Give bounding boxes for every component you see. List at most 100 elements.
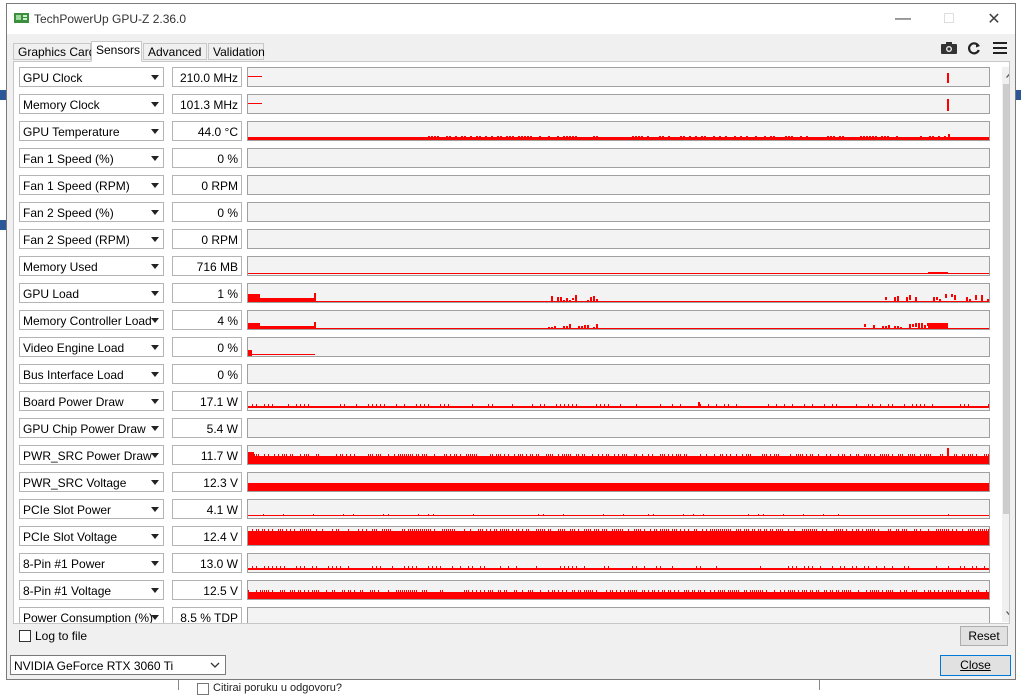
sensor-select[interactable]: Fan 1 Speed (%) bbox=[19, 148, 164, 168]
sensor-row: Power Consumption (%) 8.5 % TDP bbox=[19, 607, 994, 624]
sensor-select[interactable]: Fan 1 Speed (RPM) bbox=[19, 175, 164, 195]
gpu-select[interactable]: NVIDIA GeForce RTX 3060 Ti bbox=[10, 655, 226, 675]
sensor-row: Memory Controller Load 4 % bbox=[19, 310, 994, 330]
sensor-select[interactable]: Fan 2 Speed (RPM) bbox=[19, 229, 164, 249]
close-button[interactable]: Close bbox=[940, 655, 1011, 676]
sensor-select[interactable]: Power Consumption (%) bbox=[19, 607, 164, 623]
background-page: Citirai poruku u odgovoru? bbox=[0, 680, 1021, 695]
sensor-row: Fan 1 Speed (RPM) 0 RPM bbox=[19, 175, 994, 195]
sensor-select[interactable]: PCIe Slot Power bbox=[19, 499, 164, 519]
camera-icon bbox=[941, 42, 957, 54]
dropdown-arrow-icon bbox=[151, 399, 159, 404]
log-to-file-checkbox[interactable] bbox=[19, 630, 31, 642]
sensor-graph-plot bbox=[248, 134, 989, 140]
close-icon: ✕ bbox=[987, 11, 1001, 28]
sensor-graph bbox=[247, 175, 990, 195]
refresh-icon bbox=[968, 42, 980, 55]
dropdown-arrow-icon bbox=[151, 507, 159, 512]
chevron-down-icon bbox=[1006, 611, 1009, 616]
sensor-graph-plot bbox=[248, 176, 989, 194]
sensor-select[interactable]: PWR_SRC Voltage bbox=[19, 472, 164, 492]
sensor-select[interactable]: 8-Pin #1 Power bbox=[19, 553, 164, 573]
sensor-select[interactable]: Video Engine Load bbox=[19, 337, 164, 357]
reset-button[interactable]: Reset bbox=[960, 626, 1008, 646]
sensor-graph-plot bbox=[248, 590, 989, 599]
sensor-row: 8-Pin #1 Voltage 12.5 V bbox=[19, 580, 994, 600]
sensor-select[interactable]: PWR_SRC Power Draw bbox=[19, 445, 164, 465]
sensor-select[interactable]: Memory Clock bbox=[19, 94, 164, 114]
sensors-panel: GPU Clock 210.0 MHz Memory Clock 101.3 M… bbox=[13, 61, 1010, 624]
sensor-graph-plot bbox=[248, 448, 989, 464]
gpuz-app-icon bbox=[14, 13, 29, 23]
sensor-select[interactable]: GPU Temperature bbox=[19, 121, 164, 141]
sensor-label: Video Engine Load bbox=[23, 341, 125, 355]
sensor-graph bbox=[247, 445, 990, 465]
sensor-label: PCIe Slot Voltage bbox=[23, 530, 118, 544]
sensor-value-box: 5.4 W bbox=[172, 418, 242, 438]
maximize-icon: □ bbox=[944, 10, 954, 27]
dropdown-arrow-icon bbox=[151, 561, 159, 566]
sensor-row: PCIe Slot Voltage 12.4 V bbox=[19, 526, 994, 546]
sensor-value: 12.3 V bbox=[203, 476, 238, 490]
sensor-value-box: 17.1 W bbox=[172, 391, 242, 411]
close-button-label: Close bbox=[960, 658, 991, 672]
tab-graphics-card[interactable]: Graphics Card bbox=[13, 43, 95, 60]
screenshot-button[interactable] bbox=[940, 40, 958, 56]
sensor-graph bbox=[247, 553, 990, 573]
dropdown-arrow-icon bbox=[151, 264, 159, 269]
sensor-label: 8-Pin #1 Voltage bbox=[23, 584, 112, 598]
maximize-button[interactable]: □ bbox=[926, 4, 972, 34]
sensor-row: Memory Clock 101.3 MHz bbox=[19, 94, 994, 114]
sensor-graph-plot bbox=[248, 149, 989, 167]
sensor-label: Memory Used bbox=[23, 260, 98, 274]
scroll-thumb[interactable] bbox=[1003, 84, 1009, 514]
dropdown-arrow-icon bbox=[151, 129, 159, 134]
scroll-down-button[interactable] bbox=[1002, 606, 1009, 622]
sensor-select[interactable]: Fan 2 Speed (%) bbox=[19, 202, 164, 222]
sensor-select[interactable]: GPU Clock bbox=[19, 67, 164, 87]
sensor-graph-plot bbox=[248, 350, 315, 356]
sensor-row: Fan 2 Speed (%) 0 % bbox=[19, 202, 994, 222]
close-window-button[interactable]: ✕ bbox=[971, 4, 1017, 34]
sensor-select[interactable]: GPU Load bbox=[19, 283, 164, 303]
sensor-graph bbox=[247, 499, 990, 519]
refresh-button[interactable] bbox=[965, 40, 983, 56]
minimize-button[interactable]: — bbox=[880, 4, 926, 34]
sensor-graph-plot bbox=[248, 73, 949, 83]
gpu-select-value: NVIDIA GeForce RTX 3060 Ti bbox=[14, 659, 174, 673]
sensor-graph-plot bbox=[248, 483, 989, 491]
scroll-up-button[interactable] bbox=[1002, 67, 1009, 83]
sensor-select[interactable]: Board Power Draw bbox=[19, 391, 164, 411]
sensor-label: GPU Chip Power Draw bbox=[23, 422, 146, 436]
sensor-label: GPU Load bbox=[23, 287, 80, 301]
vertical-scrollbar[interactable] bbox=[1002, 67, 1009, 622]
dropdown-arrow-icon bbox=[151, 588, 159, 593]
sensor-select[interactable]: Memory Used bbox=[19, 256, 164, 276]
sensor-value-box: 0 % bbox=[172, 364, 242, 384]
sensor-graph-plot bbox=[248, 322, 989, 329]
sensor-graph bbox=[247, 283, 990, 303]
sensor-select[interactable]: Bus Interface Load bbox=[19, 364, 164, 384]
tab-validation[interactable]: Validation bbox=[208, 43, 265, 60]
sensor-select[interactable]: Memory Controller Load bbox=[19, 310, 164, 330]
dropdown-arrow-icon bbox=[151, 615, 159, 620]
sensor-label: Board Power Draw bbox=[23, 395, 124, 409]
sensor-graph bbox=[247, 364, 990, 384]
sensor-graph-plot bbox=[248, 608, 989, 624]
sensor-graph bbox=[247, 526, 990, 546]
tab-advanced[interactable]: Advanced bbox=[143, 43, 207, 60]
dropdown-arrow-icon bbox=[151, 210, 159, 215]
dropdown-arrow-icon bbox=[151, 102, 159, 107]
sensor-graph-plot bbox=[248, 566, 989, 570]
sensor-graph bbox=[247, 607, 990, 624]
tab-sensors[interactable]: Sensors bbox=[91, 41, 142, 62]
sensor-graph-plot bbox=[248, 514, 989, 516]
sensor-select[interactable]: PCIe Slot Voltage bbox=[19, 526, 164, 546]
sensor-row: Fan 2 Speed (RPM) 0 RPM bbox=[19, 229, 994, 249]
menu-button[interactable] bbox=[991, 40, 1009, 56]
sensor-value: 44.0 °C bbox=[197, 125, 238, 139]
sensor-select[interactable]: 8-Pin #1 Voltage bbox=[19, 580, 164, 600]
sensor-label: 8-Pin #1 Power bbox=[23, 557, 106, 571]
sensor-value: 0 % bbox=[217, 152, 238, 166]
sensor-select[interactable]: GPU Chip Power Draw bbox=[19, 418, 164, 438]
